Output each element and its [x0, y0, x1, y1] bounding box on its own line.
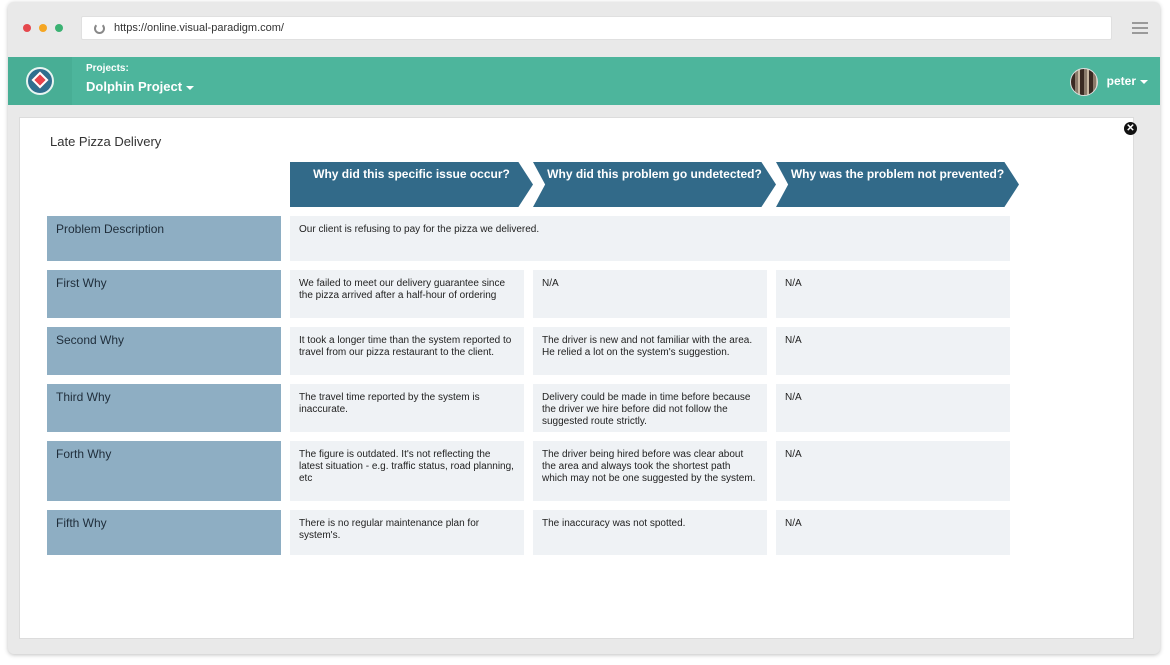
diagram-title: Late Pizza Delivery: [50, 134, 162, 149]
project-name: Dolphin Project: [86, 79, 183, 94]
table-cell[interactable]: N/A: [776, 384, 1010, 432]
row-label-fifth-why[interactable]: Fifth Why: [47, 510, 281, 555]
close-window-dot[interactable]: [23, 24, 31, 32]
app-logo-icon: [26, 67, 54, 95]
column-header-2[interactable]: Why did this problem go undetected?: [533, 162, 776, 207]
row-label-second-why[interactable]: Second Why: [47, 327, 281, 375]
table-cell[interactable]: It took a longer time than the system re…: [290, 327, 524, 375]
project-selector[interactable]: Dolphin Project: [86, 79, 195, 94]
table-cell[interactable]: N/A: [776, 270, 1010, 318]
table-cell[interactable]: Delivery could be made in time before be…: [533, 384, 767, 432]
minimize-window-dot[interactable]: [39, 24, 47, 32]
table-cell[interactable]: N/A: [533, 270, 767, 318]
column-header-3[interactable]: Why was the problem not prevented?: [776, 162, 1019, 207]
browser-chrome: https://online.visual-paradigm.com/: [8, 2, 1160, 57]
hamburger-menu-icon[interactable]: [1132, 22, 1148, 34]
table-cell[interactable]: N/A: [776, 510, 1010, 555]
table-cell[interactable]: The travel time reported by the system i…: [290, 384, 524, 432]
close-icon[interactable]: ✕: [1124, 122, 1137, 135]
table-cell[interactable]: N/A: [776, 441, 1010, 501]
projects-label: Projects:: [86, 63, 129, 74]
user-menu[interactable]: peter: [1107, 74, 1148, 88]
table-cell[interactable]: The figure is outdated. It's not reflect…: [290, 441, 524, 501]
avatar[interactable]: [1070, 68, 1098, 96]
table-cell[interactable]: N/A: [776, 327, 1010, 375]
problem-description-cell[interactable]: Our client is refusing to pay for the pi…: [290, 216, 1010, 261]
table-cell[interactable]: The driver being hired before was clear …: [533, 441, 767, 501]
chevron-down-icon: [1140, 79, 1148, 84]
table-cell[interactable]: We failed to meet our delivery guarantee…: [290, 270, 524, 318]
table-cell[interactable]: There is no regular maintenance plan for…: [290, 510, 524, 555]
table-cell[interactable]: The inaccuracy was not spotted.: [533, 510, 767, 555]
table-cell[interactable]: The driver is new and not familiar with …: [533, 327, 767, 375]
row-label-forth-why[interactable]: Forth Why: [47, 441, 281, 501]
url-bar[interactable]: https://online.visual-paradigm.com/: [81, 16, 1112, 40]
column-header-1[interactable]: Why did this specific issue occur?: [290, 162, 533, 207]
url-text: https://online.visual-paradigm.com/: [114, 22, 284, 34]
row-label-third-why[interactable]: Third Why: [47, 384, 281, 432]
row-label-problem[interactable]: Problem Description: [47, 216, 281, 261]
reload-icon[interactable]: [94, 23, 105, 34]
chevron-down-icon: [186, 85, 195, 90]
user-name: peter: [1106, 74, 1136, 88]
maximize-window-dot[interactable]: [55, 24, 63, 32]
row-label-first-why[interactable]: First Why: [47, 270, 281, 318]
logo-container[interactable]: [8, 57, 72, 105]
app-header: Projects: Dolphin Project peter: [8, 57, 1160, 105]
